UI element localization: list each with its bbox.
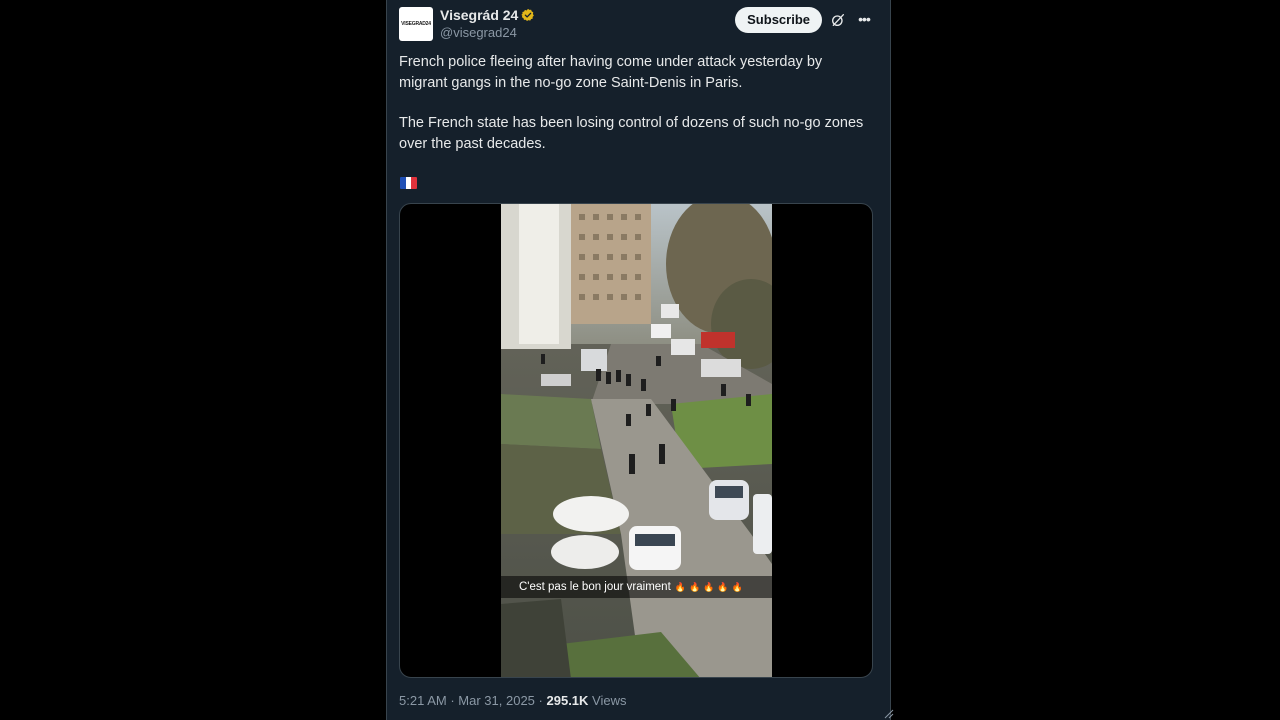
subscribe-button[interactable]: Subscribe [735, 7, 822, 33]
video-caption-text: C'est pas le bon jour vraiment [519, 581, 671, 593]
avatar[interactable]: VISEGRAD24 [399, 7, 433, 41]
tweet-meta: 5:21 AM · Mar 31, 2025 · 295.1K Views [399, 692, 627, 710]
tweet-paragraph-1: French police fleeing after having come … [399, 54, 823, 91]
meta-separator-1: · [450, 693, 455, 708]
video-caption-emojis: 🔥🔥🔥🔥🔥 [674, 581, 746, 592]
grok-icon[interactable] [830, 12, 846, 28]
tweet-text: French police fleeing after having come … [399, 52, 869, 174]
more-options-icon[interactable]: ••• [856, 10, 872, 28]
avatar-text: VISEGRAD24 [401, 21, 431, 27]
author-block: Visegrád 24 @visegrad24 [440, 6, 535, 42]
display-name[interactable]: Visegrád 24 [440, 6, 518, 24]
tweet-header: VISEGRAD24 Visegrád 24 @visegrad24 Subsc… [399, 6, 878, 46]
video-still-image [501, 204, 772, 677]
tweet-paragraph-2: The French state has been losing control… [399, 115, 864, 152]
tweet-panel: VISEGRAD24 Visegrád 24 @visegrad24 Subsc… [386, 0, 891, 720]
meta-separator-2: · [538, 693, 543, 708]
tweet-date[interactable]: Mar 31, 2025 [458, 693, 535, 708]
author-handle[interactable]: @visegrad24 [440, 24, 535, 42]
verified-badge-icon [521, 8, 535, 22]
france-flag-icon [400, 177, 417, 189]
tweet-time[interactable]: 5:21 AM [399, 693, 447, 708]
display-name-row: Visegrád 24 [440, 6, 535, 24]
resize-grip-icon[interactable] [884, 709, 894, 719]
video-frame[interactable]: C'est pas le bon jour vraiment 🔥🔥🔥🔥🔥 [501, 204, 772, 677]
video-media[interactable]: C'est pas le bon jour vraiment 🔥🔥🔥🔥🔥 [399, 203, 873, 678]
views-label: Views [592, 693, 627, 708]
video-caption-bar: C'est pas le bon jour vraiment 🔥🔥🔥🔥🔥 [501, 576, 772, 598]
views-count: 295.1K [546, 693, 589, 708]
